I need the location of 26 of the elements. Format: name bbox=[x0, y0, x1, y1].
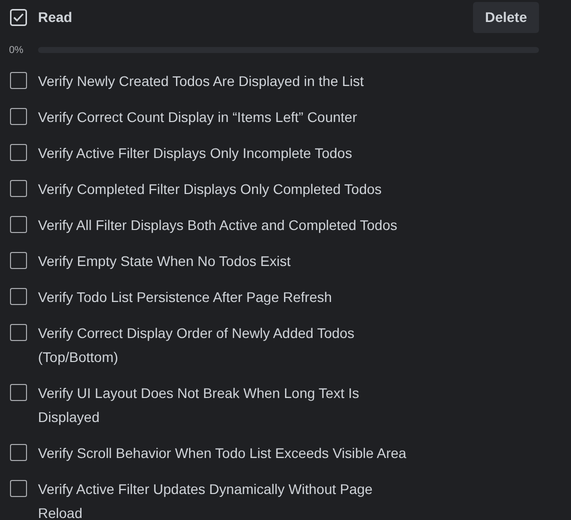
checkbox[interactable] bbox=[10, 288, 27, 305]
checklist-icon bbox=[10, 9, 27, 26]
checkbox[interactable] bbox=[10, 180, 27, 197]
checkbox[interactable] bbox=[10, 444, 27, 461]
checkbox[interactable] bbox=[10, 72, 27, 89]
checklist-item-text: Verify Correct Count Display in “Items Left” Counter bbox=[38, 108, 358, 127]
checklist-item-text: Verify Correct Display Order of Newly Added Todos (Top/Bottom) bbox=[38, 324, 356, 367]
checkbox[interactable] bbox=[10, 252, 27, 269]
checkbox[interactable] bbox=[10, 480, 27, 497]
checklist-item-text: Verify All Filter Displays Both Active and Completed Todos bbox=[38, 216, 398, 235]
checkbox[interactable] bbox=[10, 324, 27, 341]
checkbox[interactable] bbox=[10, 144, 27, 161]
checklist-item-text: Verify Scroll Behavior When Todo List Exceeds Visible Area bbox=[38, 444, 408, 463]
progress-label: 0% bbox=[9, 44, 24, 58]
checkbox[interactable] bbox=[10, 108, 27, 125]
checklist-title: Read bbox=[38, 8, 72, 27]
delete-button[interactable]: Delete bbox=[472, 2, 539, 33]
checklist-item-text: Verify Newly Created Todos Are Displayed in the List bbox=[38, 72, 365, 91]
checklist-item-text: Verify Completed Filter Displays Only Completed Todos bbox=[38, 180, 383, 199]
checklist-item-text: Verify Empty State When No Todos Exist bbox=[38, 252, 292, 271]
checklist-item-text: Verify Todo List Persistence After Page Refresh bbox=[38, 288, 333, 307]
checklist-item-text: Verify Active Filter Displays Only Incomplete Todos bbox=[38, 144, 354, 163]
checkbox[interactable] bbox=[10, 384, 27, 401]
checklist-item-text: Verify Active Filter Updates Dynamically Without Page Reload bbox=[38, 480, 374, 520]
checklist-item-text: Verify UI Layout Does Not Break When Long Text Is Displayed bbox=[38, 384, 360, 427]
checkbox[interactable] bbox=[10, 216, 27, 233]
